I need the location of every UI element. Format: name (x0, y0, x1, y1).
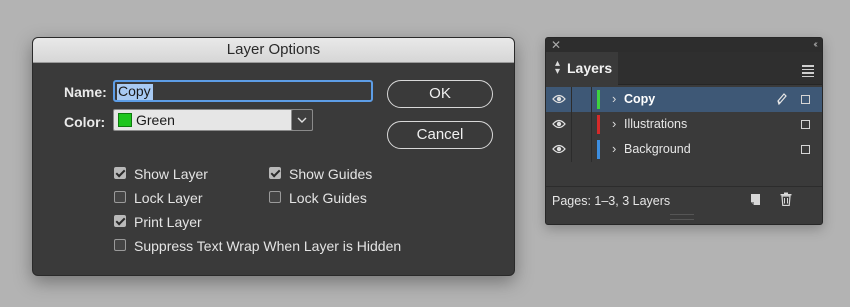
chevron-right-icon[interactable]: › (612, 116, 616, 131)
tab-label: Layers (567, 60, 613, 76)
close-icon[interactable]: ✕ (551, 38, 561, 52)
column-divider (571, 112, 572, 137)
collapse-icon[interactable]: ‹‹ (813, 38, 817, 52)
tab-layers[interactable]: ▴ ▾ Layers (546, 52, 618, 85)
color-select[interactable]: Green (113, 109, 313, 131)
checkbox-label: Lock Layer (134, 190, 203, 206)
column-divider (571, 87, 572, 112)
checkbox-box[interactable] (269, 191, 281, 203)
layer-name: Copy (624, 92, 656, 106)
new-layer-icon[interactable] (750, 193, 761, 206)
layer-row-copy[interactable]: › Copy (546, 87, 822, 112)
trash-icon[interactable] (780, 192, 792, 206)
ok-button[interactable]: OK (387, 80, 493, 108)
checkbox-label: Suppress Text Wrap When Layer is Hidden (134, 238, 402, 254)
checkbox-box[interactable] (114, 167, 126, 179)
chevron-right-icon[interactable]: › (612, 141, 616, 156)
panel-footer: Pages: 1–3, 3 Layers (546, 186, 822, 214)
cancel-button[interactable]: Cancel (387, 121, 493, 149)
name-label: Name: (64, 84, 107, 100)
checkbox-label: Print Layer (134, 214, 202, 230)
panel-header-strip: ✕ ‹‹ (546, 38, 822, 52)
checkbox-box[interactable] (114, 215, 126, 227)
layer-row-illustrations[interactable]: › Illustrations (546, 112, 822, 137)
eye-icon[interactable] (552, 93, 566, 105)
select-square-icon[interactable] (801, 95, 810, 104)
color-swatch (118, 113, 132, 127)
layer-options-dialog: Layer Options Name: Color: Green OK Canc… (32, 37, 515, 276)
select-square-icon[interactable] (801, 145, 810, 154)
eye-icon[interactable] (552, 143, 566, 155)
layer-row-background[interactable]: › Background (546, 137, 822, 162)
checkbox-box[interactable] (269, 167, 281, 179)
checkbox-label: Show Layer (134, 166, 208, 182)
layer-color-bar (597, 115, 600, 134)
eye-icon[interactable] (552, 118, 566, 130)
dialog-title: Layer Options (33, 38, 514, 63)
layer-name: Illustrations (624, 117, 688, 131)
checkbox-label: Show Guides (289, 166, 373, 182)
layer-color-bar (597, 140, 600, 159)
color-value: Green (136, 112, 175, 128)
chevron-right-icon[interactable]: › (612, 91, 616, 106)
name-input[interactable] (113, 80, 373, 102)
color-label: Color: (64, 114, 106, 130)
checkbox-box[interactable] (114, 191, 126, 203)
resize-grip[interactable] (670, 214, 694, 220)
layers-panel: ✕ ‹‹ ▴▾ Layers › Copy › Illustrations › (545, 37, 823, 225)
column-divider (571, 137, 572, 162)
column-divider (591, 87, 592, 112)
select-square-icon[interactable] (801, 120, 810, 129)
checkbox-label: Lock Guides (289, 190, 367, 206)
chevron-down-icon[interactable] (291, 109, 313, 131)
layer-name: Background (624, 142, 691, 156)
pen-icon (777, 93, 787, 106)
layer-color-bar (597, 90, 600, 109)
tab-toggle-icon: ▴ ▾ (555, 58, 561, 77)
checkbox-box[interactable] (114, 239, 126, 251)
pages-info: Pages: 1–3, 3 Layers (552, 194, 671, 208)
panel-menu-icon[interactable] (802, 65, 814, 79)
column-divider (591, 137, 592, 162)
column-divider (591, 112, 592, 137)
panel-tab-bar: ▴ ▾ Layers (546, 52, 822, 85)
